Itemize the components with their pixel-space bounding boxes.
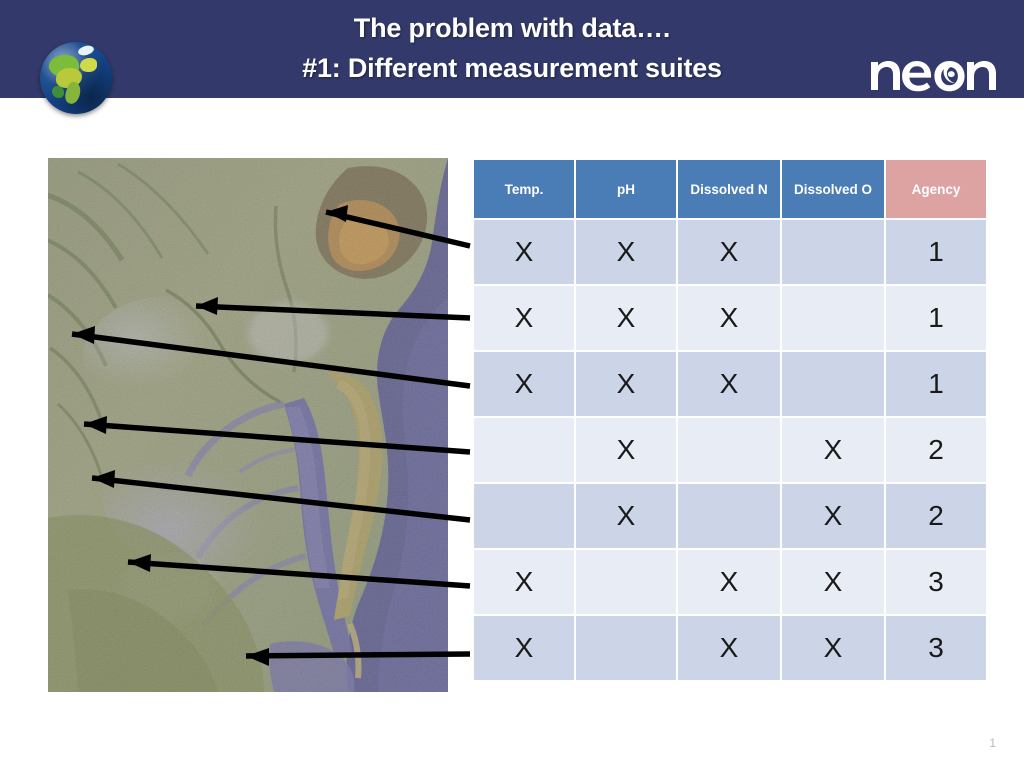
globe-sphere xyxy=(40,42,112,114)
cell-dissolved-n xyxy=(678,418,780,482)
table-row: X X 2 xyxy=(474,484,986,548)
cell-ph: X xyxy=(576,286,676,350)
cell-agency: 3 xyxy=(886,616,986,680)
cell-ph: X xyxy=(576,418,676,482)
globe-landmass xyxy=(52,86,64,98)
cell-agency: 2 xyxy=(886,484,986,548)
cell-dissolved-o xyxy=(782,352,884,416)
cell-dissolved-n: X xyxy=(678,352,780,416)
cell-dissolved-n: X xyxy=(678,220,780,284)
table-row: X X 2 xyxy=(474,418,986,482)
page-title-line-1: The problem with data…. xyxy=(353,13,671,43)
column-header-dissolved-o[interactable]: Dissolved O xyxy=(782,160,884,218)
column-header-ph[interactable]: pH xyxy=(576,160,676,218)
table-row: X X X 1 xyxy=(474,352,986,416)
table-row: X X X 1 xyxy=(474,286,986,350)
cell-agency: 3 xyxy=(886,550,986,614)
cell-dissolved-n: X xyxy=(678,616,780,680)
cell-agency: 2 xyxy=(886,418,986,482)
cell-dissolved-o: X xyxy=(782,550,884,614)
globe-landmass xyxy=(80,58,97,72)
table-row: X X X 3 xyxy=(474,550,986,614)
cell-temp: X xyxy=(474,616,574,680)
cell-dissolved-n xyxy=(678,484,780,548)
neon-logo xyxy=(869,46,997,92)
column-header-dissolved-n[interactable]: Dissolved N xyxy=(678,160,780,218)
cell-dissolved-o: X xyxy=(782,418,884,482)
table-header-row: Temp. pH Dissolved N Dissolved O Agency xyxy=(474,160,986,218)
cell-dissolved-n: X xyxy=(678,286,780,350)
cell-temp xyxy=(474,418,574,482)
cell-agency: 1 xyxy=(886,220,986,284)
cell-temp: X xyxy=(474,286,574,350)
cell-dissolved-n: X xyxy=(678,550,780,614)
cell-agency: 1 xyxy=(886,286,986,350)
satellite-map-image xyxy=(48,158,448,692)
cell-agency: 1 xyxy=(886,352,986,416)
cell-ph: X xyxy=(576,352,676,416)
measurement-suites-table: Temp. pH Dissolved N Dissolved O Agency … xyxy=(472,158,988,682)
cell-ph: X xyxy=(576,484,676,548)
table-row: X X X 1 xyxy=(474,220,986,284)
cell-temp: X xyxy=(474,352,574,416)
cell-temp: X xyxy=(474,220,574,284)
cell-ph: X xyxy=(576,220,676,284)
cell-ph xyxy=(576,550,676,614)
table-row: X X X 3 xyxy=(474,616,986,680)
globe-polar-ice xyxy=(77,44,95,57)
cell-dissolved-o: X xyxy=(782,616,884,680)
cell-dissolved-o xyxy=(782,286,884,350)
column-header-agency[interactable]: Agency xyxy=(886,160,986,218)
page-number: 1 xyxy=(989,736,996,750)
cell-temp: X xyxy=(474,550,574,614)
column-header-temp[interactable]: Temp. xyxy=(474,160,574,218)
globe-icon xyxy=(40,42,112,114)
cell-temp xyxy=(474,484,574,548)
cell-ph xyxy=(576,616,676,680)
cell-dissolved-o xyxy=(782,220,884,284)
cell-dissolved-o: X xyxy=(782,484,884,548)
